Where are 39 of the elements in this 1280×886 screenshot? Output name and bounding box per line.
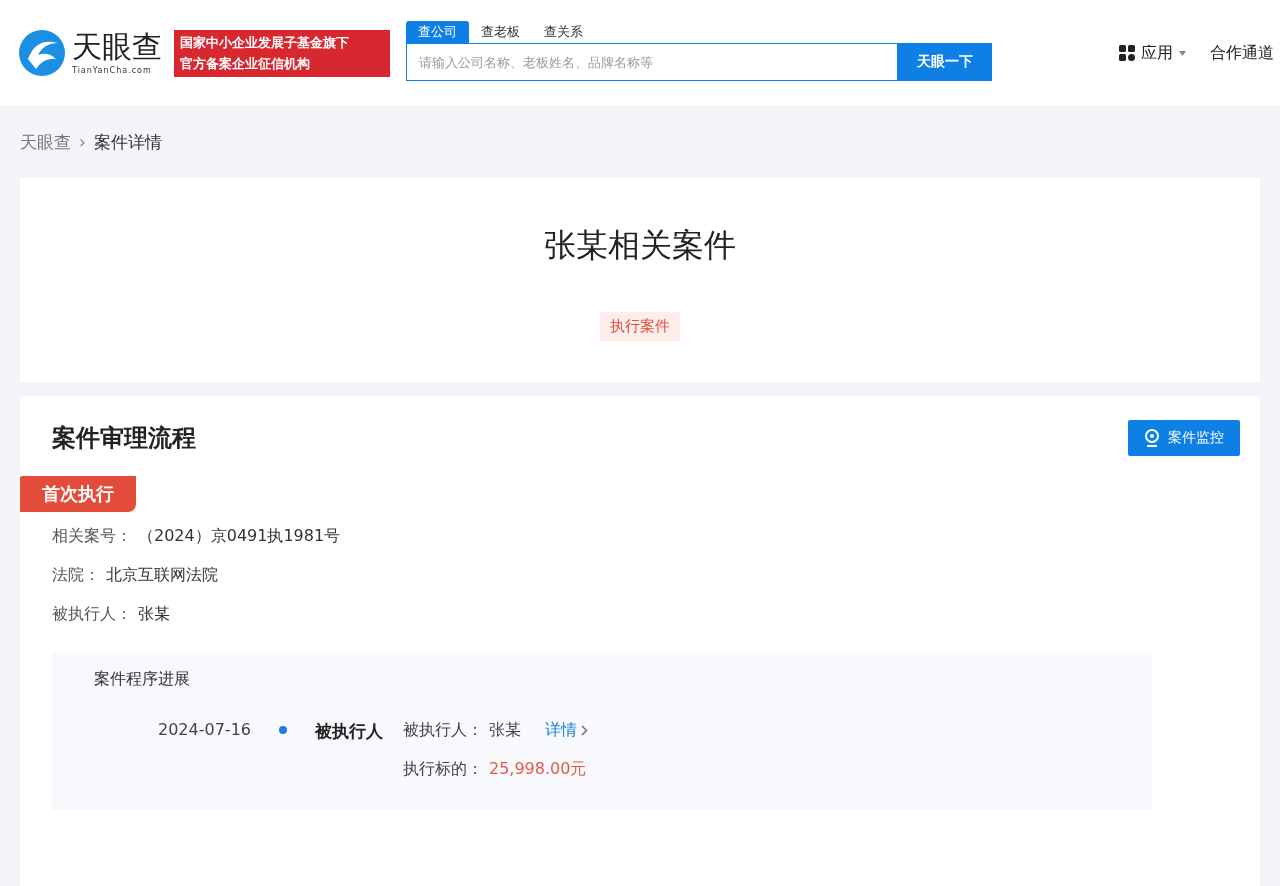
breadcrumb-separator: › <box>79 132 86 152</box>
monitor-button[interactable]: 案件监控 <box>1128 420 1240 456</box>
caret-icon[interactable] <box>1179 50 1186 56</box>
search-field[interactable]: 请输入公司名称、老板姓名、品牌名称等 <box>406 43 898 81</box>
search-button[interactable]: 天眼一下 <box>898 43 992 81</box>
field-label: 相关案号： <box>52 526 132 547</box>
field-label: 执行标的： <box>403 759 483 780</box>
breadcrumb-item: 案件详情 <box>93 130 162 154</box>
stage-label: 首次执行 <box>20 476 136 512</box>
field-label: 被执行人： <box>403 720 483 741</box>
case-title: 张某相关案件 <box>544 225 736 266</box>
pin-icon <box>1144 429 1160 447</box>
logo-name: 天眼查 <box>72 31 162 62</box>
details-link[interactable]: 详情 <box>545 720 588 741</box>
event-type: 被执行人 <box>315 720 383 743</box>
apps-icon[interactable] <box>1119 45 1135 61</box>
field-value: 张某 <box>138 604 170 625</box>
progress-title: 案件程序进展 <box>94 669 191 690</box>
search-tab[interactable]: 查老板 <box>469 21 532 43</box>
badge-text: 国家中小企业发展子基金旗下 <box>180 33 350 52</box>
badge-text: 官方备案企业征信机构 <box>180 54 311 73</box>
amount-value: 25,998.00元 <box>489 759 587 780</box>
case-type-tag: 执行案件 <box>600 312 680 341</box>
logo-domain: TianYanCha.com <box>72 65 153 75</box>
apps-menu[interactable]: 应用 <box>1141 42 1173 64</box>
chevron-icon[interactable] <box>581 725 588 736</box>
field-value: 张某 <box>489 720 521 741</box>
search-tab[interactable]: 查公司 <box>406 21 469 43</box>
timeline-dot <box>279 726 287 734</box>
field-value: （2024）京0491执1981号 <box>138 526 341 547</box>
nav-link[interactable]: 合作通道 <box>1210 42 1274 64</box>
search-tab[interactable]: 查关系 <box>532 21 595 43</box>
field-value: 北京互联网法院 <box>106 565 218 586</box>
event-date: 2024-07-16 <box>158 720 251 739</box>
section-title: 案件审理流程 <box>52 423 196 454</box>
logo-icon <box>18 29 66 77</box>
breadcrumb-item[interactable]: 天眼查 <box>20 130 71 154</box>
field-label: 被执行人： <box>52 604 132 625</box>
field-label: 法院： <box>52 565 100 586</box>
